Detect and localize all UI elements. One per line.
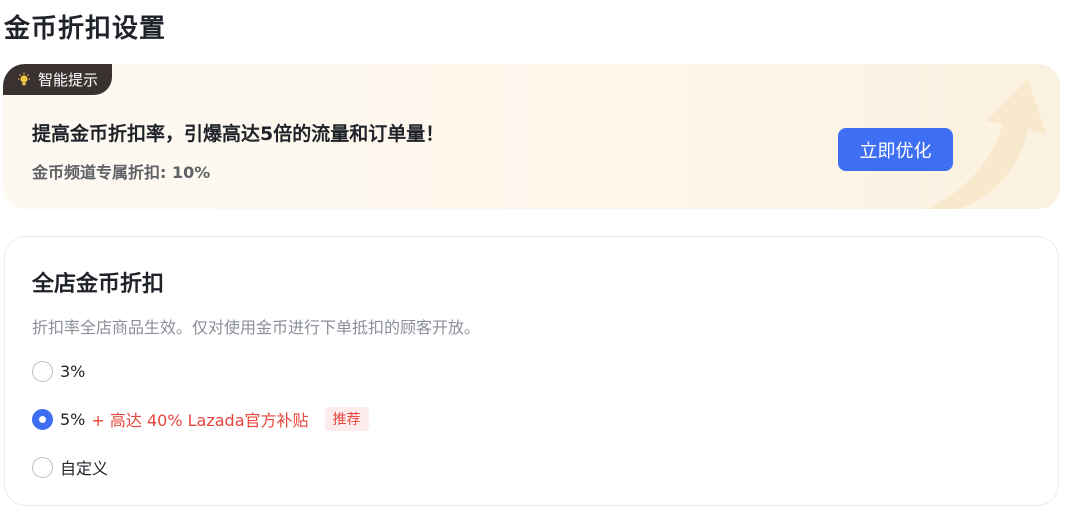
- card-description: 折扣率全店商品生效。仅对使用金币进行下单抵扣的顾客开放。: [32, 318, 481, 337]
- card-title: 全店金币折扣: [32, 272, 165, 297]
- recommend-badge: 推荐: [324, 407, 369, 431]
- option-label: 5%: [60, 409, 86, 429]
- page-title: 金币折扣设置: [4, 14, 167, 44]
- store-coin-discount-card: 全店金币折扣 折扣率全店商品生效。仅对使用金币进行下单抵扣的顾客开放。 3% 5…: [4, 236, 1059, 506]
- tip-headline: 提高金币折扣率，引爆高达5倍的流量和订单量！: [32, 123, 445, 145]
- option-5-percent[interactable]: 5% + 高达 40% Lazada官方补贴 推荐: [32, 407, 369, 431]
- option-label: 自定义: [60, 459, 109, 478]
- optimize-now-button[interactable]: 立即优化: [838, 128, 953, 171]
- radio-button[interactable]: [32, 360, 53, 382]
- lightbulb-icon: [18, 72, 30, 85]
- tip-channel-discount: 金币频道专属折扣: 10%: [32, 163, 211, 182]
- option-label: 3%: [60, 361, 86, 381]
- smart-tip-tag: 智能提示: [3, 64, 113, 95]
- smart-tip-tag-label: 智能提示: [38, 71, 99, 89]
- radio-button-selected[interactable]: [32, 408, 53, 430]
- smart-tip-banner: 智能提示 提高金币折扣率，引爆高达5倍的流量和订单量！ 金币频道专属折扣: 10…: [3, 64, 1060, 209]
- option-3-percent[interactable]: 3%: [32, 359, 85, 383]
- radio-button[interactable]: [32, 456, 53, 478]
- option-custom[interactable]: 自定义: [32, 455, 108, 479]
- subsidy-promo-text: + 高达 40% Lazada官方补贴: [91, 411, 309, 430]
